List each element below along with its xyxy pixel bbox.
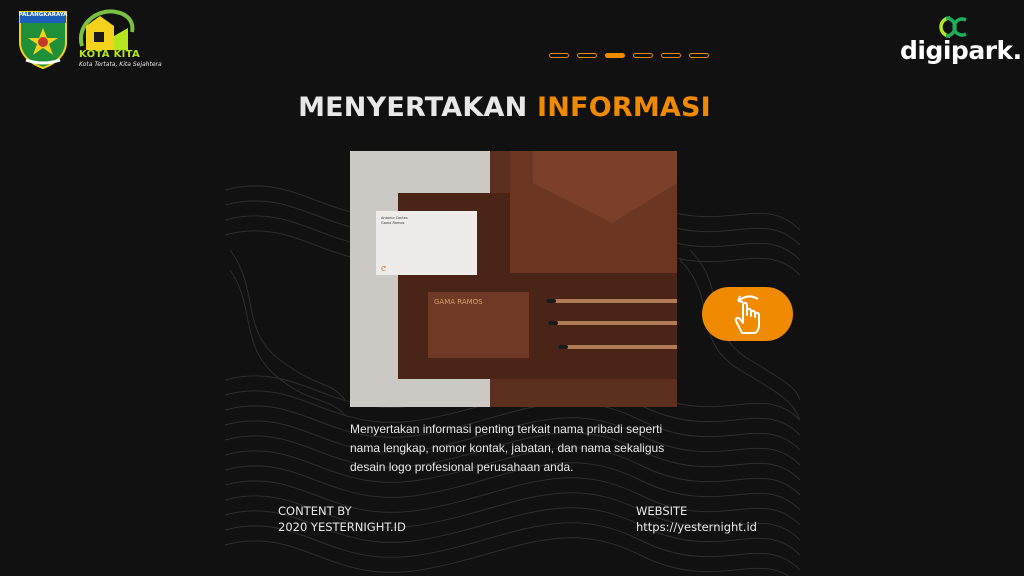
photo-card-name: GAMA RAMOS <box>434 298 483 306</box>
footer-website: WEBSITE https://yesternight.id <box>636 503 757 535</box>
pagination-dot-2[interactable] <box>577 53 597 58</box>
digipark-brand: digipark. <box>900 36 1022 65</box>
footer-website-label: WEBSITE <box>636 504 688 518</box>
slide-description: Menyertakan informasi penting terkait na… <box>350 422 665 474</box>
pagination-dot-6[interactable] <box>689 53 709 58</box>
pagination-dot-4[interactable] <box>633 53 653 58</box>
footer-website-link[interactable]: https://yesternight.id <box>636 519 757 535</box>
pagination-dot-5[interactable] <box>661 53 681 58</box>
photo-front-card-line-2: Gama Ramos <box>381 221 405 225</box>
kota-kita-title: KOTA KITA <box>79 49 141 60</box>
footer-content-label: CONTENT BY <box>278 504 352 518</box>
crest-label: PALANGKARAYA <box>18 12 68 18</box>
slide-pagination <box>549 53 709 58</box>
slide-title: MENYERTAKAN INFORMASI <box>0 92 1009 123</box>
svg-text:ᕦ: ᕦ <box>381 265 386 273</box>
pagination-dot-1[interactable] <box>549 53 569 58</box>
footer-content-value: 2020 YESTERNIGHT.ID <box>278 520 406 534</box>
pagination-dot-3[interactable] <box>605 53 625 58</box>
stationery-mockup-image: GAMA RAMOS Antonio Contes Gama Ramos ᕦ <box>350 151 677 407</box>
photo-front-card-line-1: Antonio Contes <box>381 216 408 220</box>
kota-kita-tagline: Kota Tertata, Kita Sejahtera <box>79 61 162 68</box>
slide-title-highlight: INFORMASI <box>537 92 711 123</box>
swipe-next-button[interactable] <box>702 287 793 341</box>
footer-content-by: CONTENT BY 2020 YESTERNIGHT.ID <box>278 503 406 535</box>
tap-swipe-hand-icon <box>734 295 760 334</box>
slide-title-part1: MENYERTAKAN <box>298 92 538 123</box>
